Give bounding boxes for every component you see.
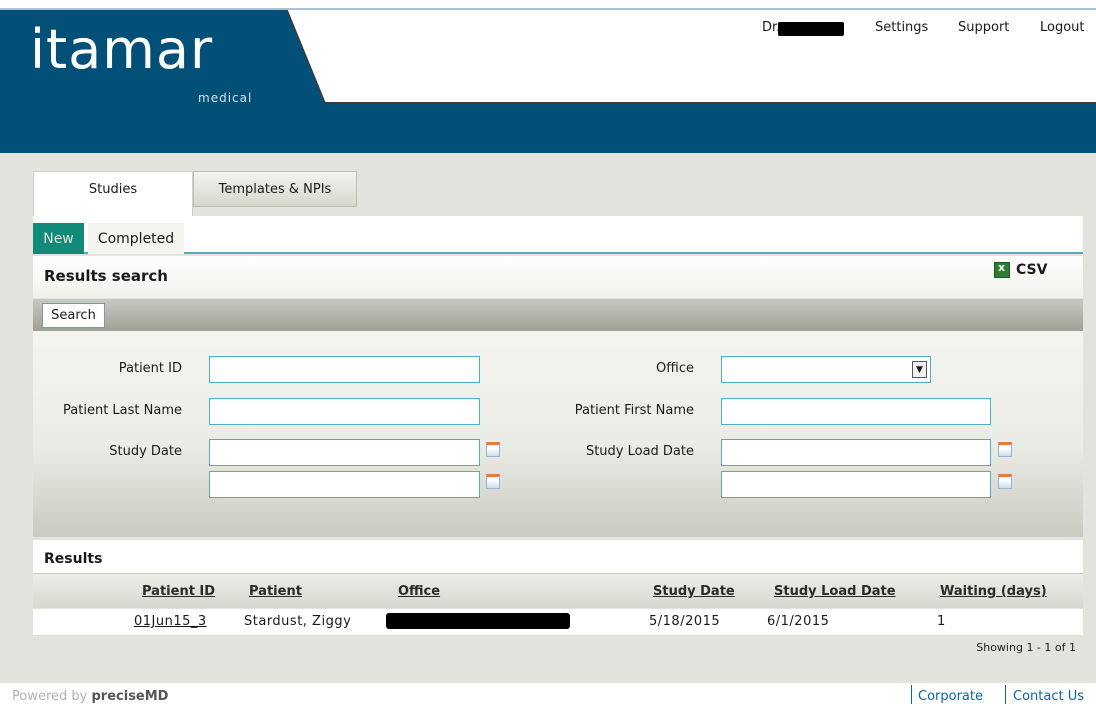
patient-last-name-input[interactable] — [209, 398, 480, 425]
contact-us-link[interactable]: Contact Us — [1013, 689, 1084, 704]
search-toolbar — [33, 299, 1083, 331]
tab-templates-npis[interactable]: Templates & NPIs — [193, 171, 357, 207]
column-header-study-load-date[interactable]: Study Load Date — [774, 584, 896, 599]
corporate-link[interactable]: Corporate — [918, 689, 983, 704]
patient-last-name-label: Patient Last Name — [63, 403, 182, 418]
patient-id-link[interactable]: 01Jun15_3 — [134, 614, 207, 629]
study-date-to-input[interactable] — [209, 471, 480, 498]
results-search-title: Results search — [44, 267, 168, 285]
pagination-status: Showing 1 - 1 of 1 — [976, 641, 1076, 654]
study-load-date-to-input[interactable] — [721, 471, 991, 498]
footer-divider — [911, 685, 912, 704]
study-load-date-from-input[interactable] — [721, 439, 991, 466]
results-search-header — [33, 256, 1083, 298]
calendar-icon[interactable] — [998, 442, 1012, 457]
study-date-cell: 5/18/2015 — [649, 614, 721, 629]
chevron-down-icon[interactable]: ▼ — [912, 361, 927, 378]
patient-name-cell: Stardust, Ziggy — [244, 614, 352, 629]
tab-studies-label: Studies — [88, 182, 138, 197]
footer-divider — [1005, 685, 1006, 704]
office-select[interactable]: ▼ — [721, 356, 931, 383]
tab-templates-label: Templates & NPIs — [218, 181, 332, 197]
study-load-date-label: Study Load Date — [585, 444, 694, 459]
column-header-waiting-days[interactable]: Waiting (days) — [940, 584, 1047, 599]
calendar-icon[interactable] — [486, 442, 500, 457]
search-button[interactable]: Search — [42, 303, 105, 328]
results-header — [33, 540, 1083, 574]
patient-first-name-input[interactable] — [721, 398, 991, 425]
excel-icon — [994, 261, 1010, 278]
patient-id-label: Patient ID — [118, 361, 182, 376]
patient-first-name-label: Patient First Name — [574, 403, 694, 418]
powered-by-brand: preciseMD — [91, 689, 169, 704]
logout-link[interactable]: Logout — [1040, 20, 1085, 35]
office-label: Office — [656, 361, 694, 376]
calendar-icon[interactable] — [486, 474, 500, 489]
column-header-study-date[interactable]: Study Date — [653, 584, 735, 599]
subtab-strip — [33, 216, 1083, 254]
study-date-label: Study Date — [109, 444, 182, 459]
patient-id-input[interactable] — [209, 356, 480, 383]
settings-link[interactable]: Settings — [875, 20, 928, 35]
column-header-patient[interactable]: Patient — [249, 584, 302, 599]
support-link[interactable]: Support — [958, 20, 1009, 35]
subtab-new[interactable]: New — [33, 223, 84, 254]
calendar-icon[interactable] — [998, 474, 1012, 489]
user-name-redacted — [778, 22, 844, 36]
tab-studies[interactable]: Studies — [33, 171, 193, 217]
itamar-logo[interactable]: itamar — [30, 18, 213, 82]
top-accent-line — [0, 8, 1096, 10]
powered-by: Powered by preciseMD — [12, 689, 168, 704]
csv-label: CSV — [1016, 262, 1048, 278]
results-title: Results — [44, 551, 103, 567]
itamar-logo-sub: medical — [198, 91, 253, 105]
waiting-days-cell: 1 — [937, 614, 946, 629]
column-header-patient-id[interactable]: Patient ID — [142, 584, 215, 599]
powered-by-prefix: Powered by — [12, 689, 88, 704]
column-header-office[interactable]: Office — [398, 584, 440, 599]
csv-export-link[interactable]: CSV — [994, 261, 1048, 278]
office-redacted — [386, 613, 570, 629]
study-load-date-cell: 6/1/2015 — [767, 614, 830, 629]
study-date-from-input[interactable] — [209, 439, 480, 466]
subtab-completed[interactable]: Completed — [88, 223, 184, 254]
